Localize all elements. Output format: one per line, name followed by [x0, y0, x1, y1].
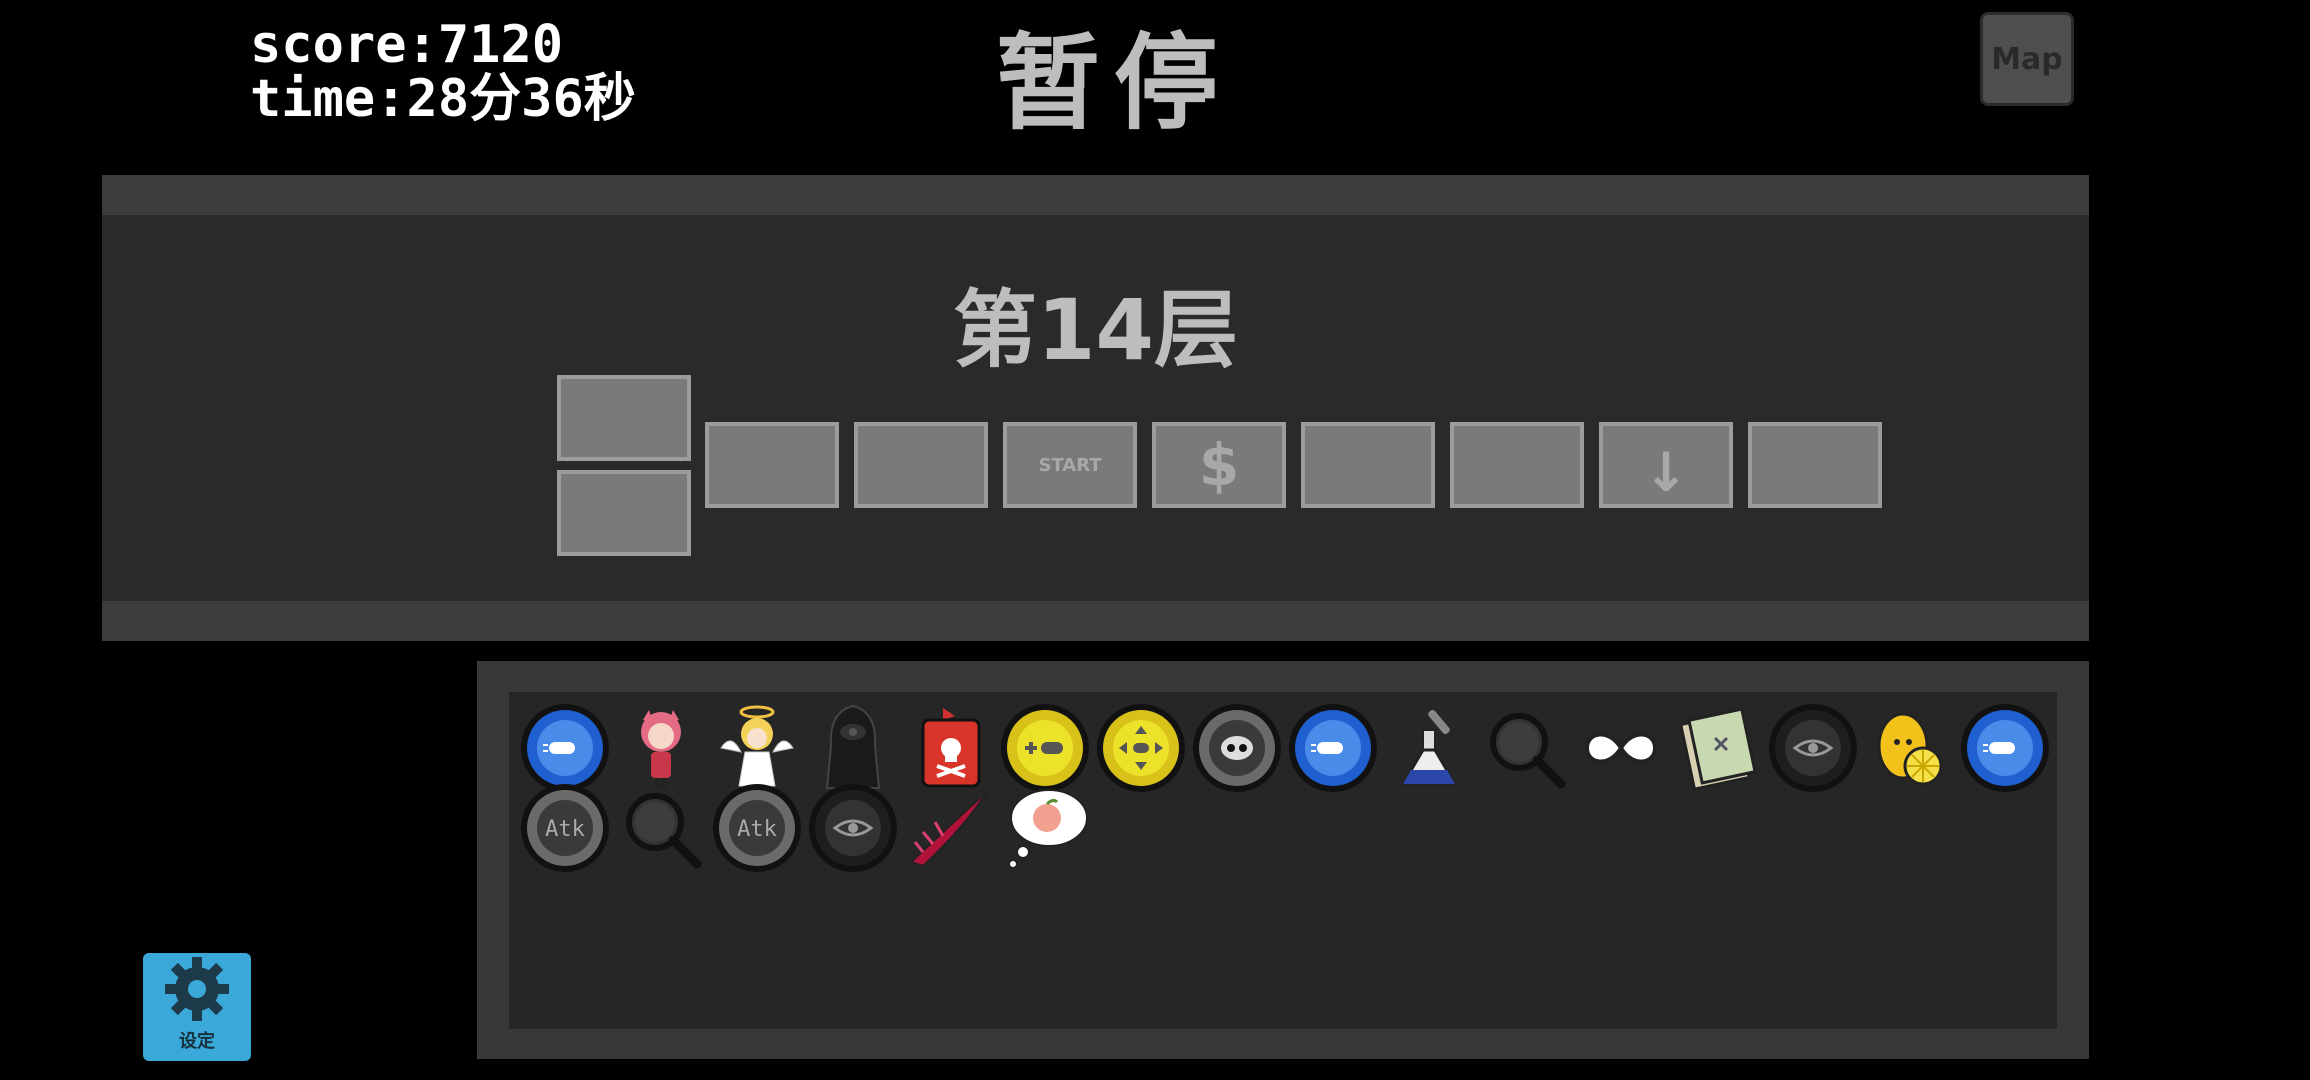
item-inventory-panel: Atk Atk [477, 661, 2089, 1059]
room-current-lower[interactable] [557, 470, 691, 556]
grey-mask-coin-icon[interactable] [1191, 702, 1283, 794]
eye-coin-icon[interactable] [807, 782, 899, 874]
room-2[interactable] [854, 422, 988, 508]
blue-bullet-coin-icon[interactable] [519, 702, 611, 794]
lemon-icon[interactable] [1863, 702, 1955, 794]
room-8[interactable] [1748, 422, 1882, 508]
floor-map-panel: 第14层 START $ ↓ [102, 175, 2089, 641]
yellow-plus-bullet-coin-icon[interactable] [999, 702, 1091, 794]
panel-top-band [102, 175, 2089, 215]
eye-coin-icon[interactable] [1767, 702, 1859, 794]
room-6[interactable] [1450, 422, 1584, 508]
room-start[interactable]: START [1003, 422, 1137, 508]
hud-stats: score:7120 time:28分36秒 [250, 18, 636, 126]
panel-bottom-band [102, 601, 2089, 641]
yellow-arrows-coin-icon[interactable] [1095, 702, 1187, 794]
settings-label: 设定 [179, 1031, 215, 1052]
book-icon[interactable] [1671, 702, 1763, 794]
room-5[interactable] [1301, 422, 1435, 508]
atk-coin-icon[interactable]: Atk [711, 782, 803, 874]
map-button-label: Map [1991, 41, 2063, 77]
atk-coin-label: Atk [545, 817, 585, 842]
atk-coin-icon[interactable]: Atk [519, 782, 611, 874]
flask-icon[interactable] [1383, 702, 1475, 794]
infinity-icon[interactable] [1575, 702, 1667, 794]
gear-icon [165, 957, 229, 1021]
atk-coin-label: Atk [737, 817, 777, 842]
hooded-ghost-icon[interactable] [807, 702, 899, 794]
pause-title: 暂停 [996, 22, 1233, 144]
magnifier-icon[interactable] [1479, 702, 1571, 794]
settings-button[interactable]: 设定 [143, 953, 251, 1061]
pink-haired-girl-icon[interactable] [615, 702, 707, 794]
room-shop[interactable]: $ [1152, 422, 1286, 508]
floor-title: 第14层 [953, 281, 1238, 379]
magnifier-icon[interactable] [615, 782, 707, 874]
room-exit[interactable]: ↓ [1599, 422, 1733, 508]
score-label: score:7120 [250, 15, 564, 75]
blue-bullet-coin-icon[interactable] [1287, 702, 1379, 794]
red-feather-icon[interactable] [903, 782, 995, 874]
room-1[interactable] [705, 422, 839, 508]
down-arrow-icon: ↓ [1643, 441, 1689, 504]
time-label: time:28分36秒 [250, 69, 636, 129]
angel-icon[interactable] [711, 702, 803, 794]
item-grid: Atk Atk [509, 692, 2057, 1029]
blue-bullet-coin-icon[interactable] [1959, 702, 2051, 794]
poison-bottle-icon[interactable] [903, 702, 995, 794]
peach-thought-icon[interactable] [999, 782, 1091, 874]
map-button[interactable]: Map [1980, 12, 2074, 106]
room-current-upper[interactable] [557, 375, 691, 461]
